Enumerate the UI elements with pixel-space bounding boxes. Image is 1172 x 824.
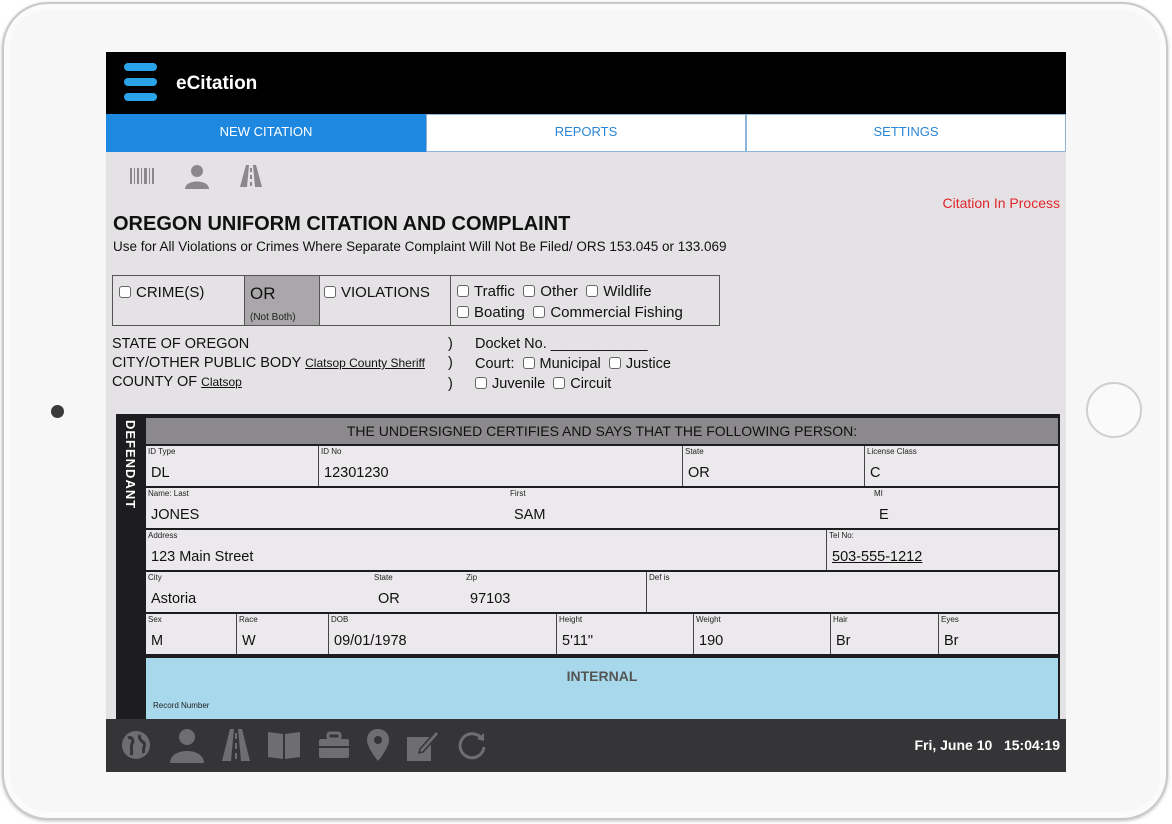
date-text: Fri, June 10 bbox=[914, 737, 993, 753]
violation-types: Traffic Other Wildlife Boating Commercia… bbox=[450, 276, 720, 325]
offense-type-box: CRIME(S) OR (Not Both) VIOLATIONS Traffi… bbox=[112, 275, 720, 326]
other-checkbox[interactable] bbox=[523, 285, 536, 297]
id-type-field[interactable]: ID Type DL bbox=[146, 446, 318, 486]
barcode-icon[interactable] bbox=[130, 168, 154, 184]
state-label: STATE OF OREGON bbox=[112, 336, 250, 352]
time-text: 15:04:19 bbox=[1003, 737, 1060, 753]
county-row: COUNTY OF Clatsop bbox=[112, 374, 242, 390]
paren-3: ) bbox=[448, 376, 453, 392]
violations-checkbox[interactable] bbox=[324, 286, 336, 298]
map-pin-icon[interactable] bbox=[366, 729, 390, 761]
road-icon[interactable] bbox=[240, 165, 262, 187]
paren-2: ) bbox=[448, 355, 453, 371]
datetime: Fri, June 10 15:04:19 bbox=[914, 737, 1060, 753]
circuit-label: Circuit bbox=[570, 376, 612, 392]
eyes-field[interactable]: Eyes Br bbox=[938, 614, 1058, 654]
or-label: OR bbox=[250, 284, 276, 303]
municipal-checkbox[interactable] bbox=[522, 357, 535, 369]
road-icon[interactable] bbox=[222, 729, 250, 761]
bottom-bar: Fri, June 10 15:04:19 bbox=[106, 719, 1066, 772]
weight-field[interactable]: Weight 190 bbox=[693, 614, 830, 654]
sex-field[interactable]: Sex M bbox=[146, 614, 236, 654]
def-is-field[interactable]: Def is bbox=[646, 572, 1058, 612]
tab-reports[interactable]: REPORTS bbox=[426, 114, 746, 152]
city-label: CITY/OTHER PUBLIC BODY bbox=[112, 355, 302, 371]
city-value[interactable]: Clatsop County Sheriff bbox=[305, 356, 425, 370]
court-label: Court: bbox=[475, 356, 515, 372]
status-text: Citation In Process bbox=[942, 195, 1061, 211]
boating-checkbox[interactable] bbox=[457, 306, 469, 318]
dob-field[interactable]: DOB 09/01/1978 bbox=[328, 614, 556, 654]
other-label: Other bbox=[540, 283, 578, 300]
height-field[interactable]: Height 5'11" bbox=[556, 614, 693, 654]
license-class-field[interactable]: License Class C bbox=[864, 446, 1058, 486]
circuit-checkbox[interactable] bbox=[553, 377, 566, 389]
app-title: eCitation bbox=[176, 73, 258, 94]
boating-label: Boating bbox=[474, 304, 525, 321]
county-value[interactable]: Clatsop bbox=[201, 375, 242, 389]
traffic-label: Traffic bbox=[474, 283, 515, 300]
county-label: COUNTY OF bbox=[112, 374, 198, 390]
form-title: OREGON UNIFORM CITATION AND COMPLAINT bbox=[113, 213, 571, 235]
commercial-fishing-checkbox[interactable] bbox=[533, 306, 546, 318]
id-no-field[interactable]: ID No 12301230 bbox=[318, 446, 682, 486]
crime-option[interactable]: CRIME(S) bbox=[119, 284, 204, 333]
juvenile-label: Juvenile bbox=[492, 376, 546, 392]
traffic-checkbox[interactable] bbox=[457, 285, 469, 297]
race-field[interactable]: Race W bbox=[236, 614, 328, 654]
certifies-header: THE UNDERSIGNED CERTIFIES AND SAYS THAT … bbox=[146, 418, 1058, 444]
screen: eCitation NEW CITATION REPORTS SETTINGS … bbox=[106, 52, 1066, 772]
edit-icon[interactable] bbox=[406, 729, 440, 761]
wildlife-checkbox[interactable] bbox=[586, 285, 599, 297]
docket-field[interactable]: Docket No. ____________ bbox=[475, 336, 648, 352]
record-number-label: Record Number bbox=[153, 701, 210, 710]
commercial-fishing-label: Commercial Fishing bbox=[550, 304, 683, 321]
defendant-label: DEFENDANT bbox=[123, 420, 138, 510]
address-field[interactable]: Address 123 Main Street bbox=[146, 530, 826, 570]
violations-label: VIOLATIONS bbox=[341, 284, 430, 301]
tel-field[interactable]: Tel No: 503-555-1212 bbox=[826, 530, 1058, 570]
camera bbox=[51, 405, 64, 418]
crime-label: CRIME(S) bbox=[136, 284, 205, 301]
wildlife-label: Wildlife bbox=[603, 283, 652, 300]
id-row: ID Type DL ID No 12301230 State OR License … bbox=[146, 446, 1058, 486]
hair-field[interactable]: Hair Br bbox=[830, 614, 938, 654]
bottom-icons bbox=[120, 727, 488, 763]
menu-icon[interactable] bbox=[124, 63, 157, 107]
person-icon[interactable] bbox=[184, 163, 210, 189]
paren-1: ) bbox=[448, 336, 453, 352]
city-state-zip-row: City Astoria State OR Zip 97103 Def is bbox=[146, 572, 1058, 612]
title-bar: eCitation bbox=[106, 52, 1066, 114]
globe-icon[interactable] bbox=[120, 729, 152, 761]
court-row: Court: Municipal Justice bbox=[475, 356, 671, 372]
address-row: Address 123 Main Street Tel No: 503-555-12… bbox=[146, 530, 1058, 570]
justice-checkbox[interactable] bbox=[608, 357, 621, 369]
name-field[interactable]: Name: Last JONES First SAM MI E bbox=[146, 488, 1058, 528]
state-field[interactable]: State OR bbox=[682, 446, 864, 486]
home-button[interactable] bbox=[1086, 382, 1142, 438]
not-both-label: (Not Both) bbox=[250, 312, 296, 323]
form-toolbar bbox=[130, 163, 262, 189]
city-row: CITY/OTHER PUBLIC BODY Clatsop County Sh… bbox=[112, 355, 425, 371]
refresh-icon[interactable] bbox=[456, 729, 488, 761]
tab-new-citation[interactable]: NEW CITATION bbox=[106, 114, 426, 152]
tab-bar: NEW CITATION REPORTS SETTINGS bbox=[106, 114, 1066, 152]
briefcase-icon[interactable] bbox=[318, 731, 350, 759]
book-icon[interactable] bbox=[266, 729, 302, 761]
violations-option[interactable]: VIOLATIONS bbox=[324, 284, 430, 333]
municipal-label: Municipal bbox=[539, 356, 601, 372]
internal-section: INTERNAL Record Number bbox=[146, 658, 1058, 728]
physical-row: Sex M Race W DOB 09/01/1978 Height 5'11" Wei… bbox=[146, 614, 1058, 654]
tab-settings[interactable]: SETTINGS bbox=[746, 114, 1066, 152]
justice-label: Justice bbox=[625, 356, 671, 372]
person-icon[interactable] bbox=[168, 727, 206, 763]
name-row: Name: Last JONES First SAM MI E bbox=[146, 488, 1058, 528]
or-cell: OR (Not Both) bbox=[244, 276, 320, 325]
crime-checkbox[interactable] bbox=[119, 286, 131, 298]
form-subtitle: Use for All Violations or Crimes Where S… bbox=[113, 239, 727, 254]
juvenile-checkbox[interactable] bbox=[475, 377, 487, 389]
court-row-2: Juvenile Circuit bbox=[475, 376, 611, 392]
internal-title: INTERNAL bbox=[566, 668, 638, 684]
city-field[interactable]: City Astoria State OR Zip 97103 bbox=[146, 572, 646, 612]
